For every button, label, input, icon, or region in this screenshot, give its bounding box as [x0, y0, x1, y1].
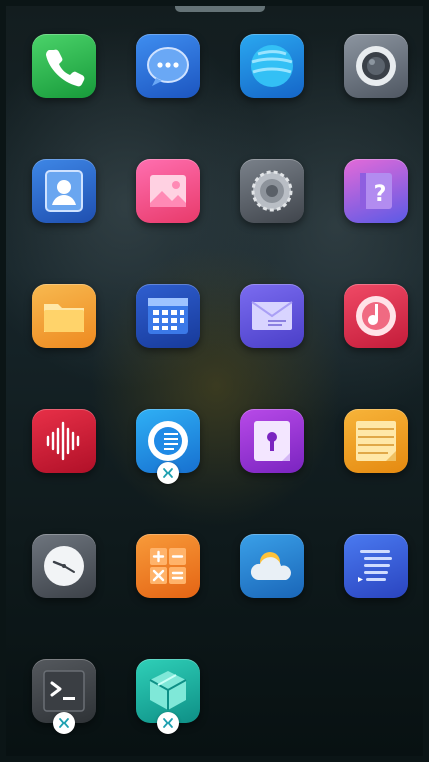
app-list[interactable]	[344, 534, 408, 598]
music-disc-icon	[356, 296, 396, 336]
envelope-icon	[251, 301, 293, 330]
update-badge-reader	[157, 462, 179, 484]
list-icon	[358, 550, 392, 582]
contact-card-icon	[45, 170, 83, 212]
app-mail[interactable]	[240, 284, 304, 348]
update-badge-package	[157, 712, 179, 734]
app-vault[interactable]	[240, 409, 304, 473]
badge-x-icon	[163, 468, 173, 478]
calculator-icon	[150, 548, 186, 584]
app-clock[interactable]	[32, 534, 96, 598]
app-calendar[interactable]	[136, 284, 200, 348]
cloud-sun-icon	[250, 552, 291, 580]
waveform-icon	[46, 421, 80, 461]
chat-bubble-icon	[147, 47, 189, 86]
badge-x-icon	[163, 718, 173, 728]
app-settings[interactable]	[240, 159, 304, 223]
notepad-icon	[356, 421, 396, 461]
app-calculator[interactable]	[136, 534, 200, 598]
app-recorder[interactable]	[32, 409, 96, 473]
gear-icon	[251, 170, 293, 212]
app-notes[interactable]	[344, 409, 408, 473]
badge-x-icon	[59, 718, 69, 728]
clock-icon	[44, 546, 84, 586]
app-weather[interactable]	[240, 534, 304, 598]
camera-lens-icon	[356, 46, 396, 86]
app-phone[interactable]	[32, 34, 96, 98]
notification-pull-handle[interactable]	[175, 6, 265, 12]
app-help[interactable]: ?	[344, 159, 408, 223]
app-camera[interactable]	[344, 34, 408, 98]
app-messages[interactable]	[136, 34, 200, 98]
folder-icon	[44, 304, 84, 332]
home-screen: ?	[6, 6, 423, 756]
globe-icon	[251, 45, 293, 87]
app-gallery[interactable]	[136, 159, 200, 223]
calendar-icon	[148, 298, 188, 334]
app-contacts[interactable]	[32, 159, 96, 223]
app-music[interactable]	[344, 284, 408, 348]
svg-text:?: ?	[374, 182, 387, 207]
keyhole-icon	[254, 421, 290, 461]
photo-icon	[150, 175, 186, 207]
update-badge-terminal	[53, 712, 75, 734]
app-files[interactable]	[32, 284, 96, 348]
app-browser[interactable]	[240, 34, 304, 98]
phone-icon	[46, 49, 85, 87]
question-icon: ?	[360, 173, 392, 209]
